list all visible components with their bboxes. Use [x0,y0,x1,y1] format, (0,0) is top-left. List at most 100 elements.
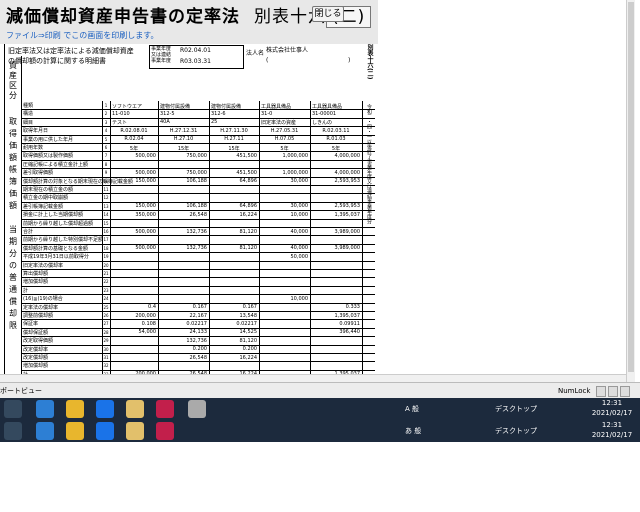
table-cell[interactable]: テスト [112,119,156,126]
table-cell[interactable]: 31-00001 [312,111,360,117]
table-cell[interactable]: H.27.10 [160,136,207,142]
table-cell[interactable]: R.01.03 [312,136,360,142]
table-cell[interactable]: 10,000 [261,296,309,302]
table-cell[interactable]: 0.167 [211,304,257,310]
table-cell[interactable]: しきんの [312,119,360,126]
table-cell[interactable]: 0.02217 [211,321,257,327]
table-cell[interactable]: 22,167 [160,313,208,319]
access-icon[interactable] [156,400,174,418]
table-cell[interactable]: R.02.08.01 [112,128,156,134]
table-cell[interactable]: 工具器具備品 [261,103,308,110]
table-cell[interactable]: 0.108 [112,321,156,327]
table-cell[interactable]: H.27.11 [211,136,257,142]
table-cell[interactable]: 0.167 [160,304,207,310]
table-cell[interactable]: 3,989,000 [312,229,360,235]
table-cell[interactable]: 1,395,037 [312,212,360,218]
ime-indicator[interactable]: あ 般 [405,426,421,436]
table-cell[interactable]: 0.02217 [160,321,207,327]
table-cell[interactable]: 2,593,953 [312,178,360,184]
table-cell[interactable]: 750,000 [160,153,207,159]
table-cell[interactable]: 350,000 [112,212,156,218]
table-cell[interactable]: 10,000 [261,212,309,218]
table-cell[interactable]: 451,500 [211,170,257,176]
table-cell[interactable]: 0.200 [211,346,257,352]
table-cell[interactable]: 396,440 [312,329,360,335]
table-cell[interactable]: 500,000 [112,229,156,235]
table-cell[interactable]: 0.200 [160,346,207,352]
table-cell[interactable]: 1,000,000 [261,170,308,176]
table-cell[interactable]: 150,000 [112,203,156,209]
table-cell[interactable]: 11-010 [112,111,156,117]
table-cell[interactable]: 132,736 [160,338,207,344]
table-cell[interactable]: 26,548 [160,212,208,218]
table-cell[interactable]: 26,548 [160,355,208,361]
table-cell[interactable]: 500,000 [112,153,156,159]
table-cell[interactable]: 15年 [160,145,207,152]
chrome-icon[interactable] [66,400,84,418]
table-cell[interactable]: 81,120 [211,338,258,344]
app-icon[interactable] [188,400,206,418]
table-cell[interactable]: 1,395,037 [312,313,360,319]
table-cell[interactable]: 150,000 [112,178,156,184]
table-cell[interactable]: 工具器具備品 [312,103,360,110]
table-cell[interactable]: H.27.12.31 [160,128,207,134]
close-button[interactable]: 閉じる [312,6,344,22]
table-cell[interactable]: 31-0 [261,111,308,117]
table-cell[interactable]: 0.09911 [312,321,360,327]
table-cell[interactable]: 25 [211,119,257,125]
table-cell[interactable]: 16,224 [211,355,258,361]
table-cell[interactable]: 40,000 [261,229,309,235]
chrome-icon[interactable] [66,422,84,440]
access-icon[interactable] [156,422,174,440]
table-cell[interactable]: H.07.05 [261,136,308,142]
table-cell[interactable]: 5年 [261,145,308,152]
table-cell[interactable]: 312-6 [211,111,257,117]
desktop-toolbar[interactable]: デスクトップ [495,404,537,414]
desktop-toolbar[interactable]: デスクトップ [495,426,537,436]
edge-icon[interactable] [96,422,114,440]
start-icon[interactable] [4,400,22,418]
table-cell[interactable]: 312-5 [160,111,207,117]
table-cell[interactable]: 建物付属設備 [211,103,257,110]
ie-icon[interactable] [36,400,54,418]
table-cell[interactable]: 旧定率法の資産 [261,119,308,126]
table-cell[interactable]: 132,736 [160,229,207,235]
table-cell[interactable]: 132,736 [160,245,207,251]
table-cell[interactable]: 500,000 [112,170,156,176]
table-cell[interactable]: 4,000,000 [312,170,360,176]
table-cell[interactable]: 40,000 [261,245,309,251]
table-cell[interactable]: 64,896 [211,178,258,184]
table-cell[interactable]: 4,000,000 [312,153,360,159]
table-cell[interactable]: 750,000 [160,170,207,176]
table-cell[interactable]: 3,989,000 [312,245,360,251]
table-cell[interactable]: 16,224 [211,212,258,218]
table-cell[interactable]: 106,188 [160,203,207,209]
ime-indicator[interactable]: A 般 [405,404,419,414]
table-cell[interactable]: 200,000 [112,313,156,319]
table-cell[interactable]: H.27.05.31 [261,128,308,134]
table-cell[interactable]: ソフトウエア [112,103,156,110]
table-cell[interactable]: 64,896 [211,203,258,209]
table-cell[interactable]: 0.4 [112,304,156,310]
menu-file[interactable]: ファイル [6,31,38,40]
edge-icon[interactable] [96,400,114,418]
table-cell[interactable]: 13,548 [211,313,258,319]
table-cell[interactable]: 5年 [312,145,360,152]
table-cell[interactable]: R.02.03.11 [312,128,360,134]
table-cell[interactable]: 24,133 [160,329,208,335]
table-cell[interactable]: 81,120 [211,229,258,235]
table-cell[interactable]: 30,000 [261,178,309,184]
menu-print[interactable]: 印刷 [45,31,61,40]
table-cell[interactable]: 2,593,953 [312,203,360,209]
table-cell[interactable]: 1,000,000 [261,153,308,159]
start-icon[interactable] [4,422,22,440]
table-cell[interactable]: 54,000 [112,329,157,335]
scrollbar-thumb[interactable] [628,2,634,372]
table-cell[interactable]: 451,500 [211,153,257,159]
table-cell[interactable]: 81,120 [211,245,258,251]
table-cell[interactable]: 106,188 [160,178,207,184]
table-cell[interactable]: 30,000 [261,203,309,209]
table-cell[interactable]: 50,000 [261,254,309,260]
table-cell[interactable]: 0.333 [312,304,360,310]
table-cell[interactable]: 15年 [211,145,257,152]
